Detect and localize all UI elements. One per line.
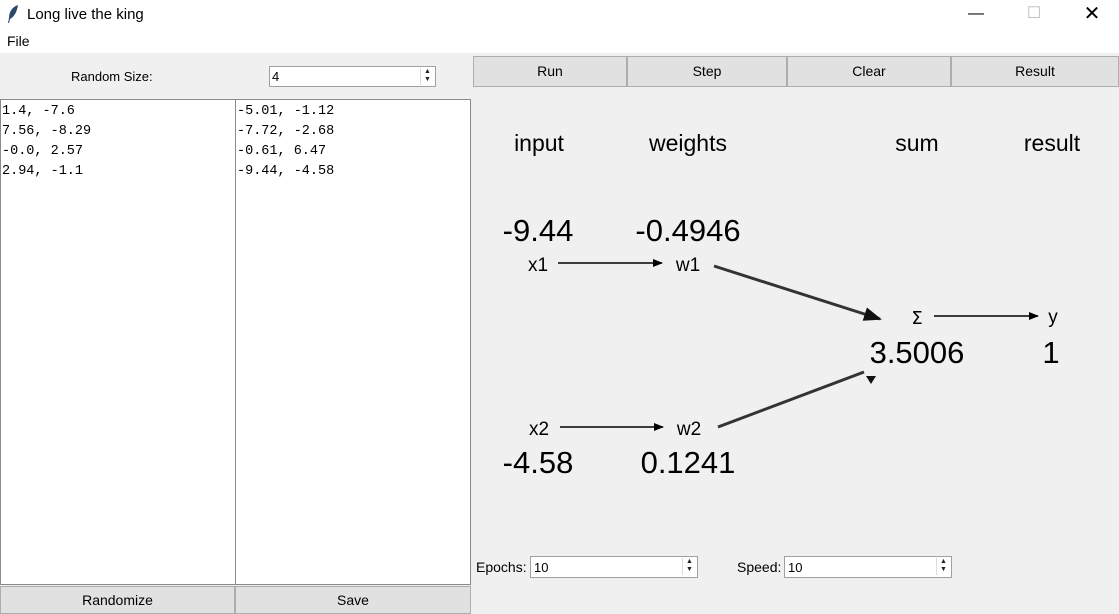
- w1-to-sum-arrow: [713, 264, 882, 321]
- save-button[interactable]: Save: [235, 586, 471, 614]
- run-button[interactable]: Run: [473, 56, 627, 87]
- input-data-list[interactable]: 1.4, -7.6 7.56, -8.29 -0.0, 2.57 2.94, -…: [0, 99, 236, 585]
- w1-value: -0.4946: [635, 213, 740, 248]
- spin-arrows-icon[interactable]: ▲ ▼: [936, 558, 950, 575]
- x1-value: -9.44: [503, 213, 574, 248]
- w2-value: 0.1241: [641, 445, 736, 480]
- menu-file[interactable]: File: [7, 33, 30, 49]
- list-item[interactable]: 2.94, -1.1: [2, 162, 234, 182]
- maximize-button[interactable]: ☐: [1011, 0, 1057, 30]
- list-item[interactable]: -0.0, 2.57: [2, 142, 234, 162]
- randomize-button[interactable]: Randomize: [0, 586, 235, 614]
- feather-icon: [8, 5, 18, 23]
- header-weights: weights: [648, 130, 727, 156]
- w2-label: w2: [676, 419, 701, 440]
- x2-label: x2: [529, 419, 549, 440]
- y-label: y: [1048, 307, 1058, 328]
- w1-label: w1: [675, 255, 700, 276]
- sum-value: 3.5006: [870, 335, 965, 370]
- list-item[interactable]: 7.56, -8.29: [2, 122, 234, 142]
- random-size-spinbox[interactable]: 4 ▲ ▼: [269, 66, 436, 87]
- header-input: input: [514, 130, 564, 156]
- header-sum: sum: [895, 130, 938, 156]
- random-size-value: 4: [272, 69, 280, 84]
- random-size-label: Random Size:: [71, 69, 153, 84]
- clear-button[interactable]: Clear: [787, 56, 951, 87]
- header-result: result: [1024, 130, 1081, 156]
- step-button[interactable]: Step: [627, 56, 787, 87]
- epochs-label: Epochs:: [476, 559, 527, 575]
- list-item[interactable]: -7.72, -2.68: [237, 122, 469, 142]
- output-data-list[interactable]: -5.01, -1.12 -7.72, -2.68 -0.61, 6.47 -9…: [236, 99, 471, 585]
- minimize-button[interactable]: —: [953, 0, 999, 30]
- epochs-value: 10: [534, 560, 549, 575]
- menu-bar: [0, 30, 1119, 52]
- result-button[interactable]: Result: [951, 56, 1119, 87]
- title-bar: [0, 0, 1119, 30]
- list-item[interactable]: 1.4, -7.6: [2, 102, 234, 122]
- list-item[interactable]: -0.61, 6.47: [237, 142, 469, 162]
- speed-label: Speed:: [737, 559, 782, 575]
- spin-arrows-icon[interactable]: ▲ ▼: [682, 558, 696, 575]
- sigma-label: Σ: [911, 308, 922, 329]
- w2-to-sum-arrow: [717, 370, 865, 429]
- result-value: 1: [1042, 335, 1059, 370]
- speed-spinbox[interactable]: 10 ▲ ▼: [784, 556, 952, 578]
- list-item[interactable]: -9.44, -4.58: [237, 162, 469, 182]
- w2-arrowhead-icon: [866, 376, 876, 384]
- epochs-spinbox[interactable]: 10 ▲ ▼: [530, 556, 698, 578]
- x1-label: x1: [528, 255, 548, 276]
- speed-value: 10: [788, 560, 803, 575]
- perceptron-diagram: input weights sum result -9.44 -0.4946 x…: [503, 130, 1081, 480]
- window-title: Long live the king: [27, 6, 144, 23]
- x2-value: -4.58: [503, 445, 574, 480]
- spin-arrows-icon[interactable]: ▲ ▼: [420, 68, 434, 85]
- list-item[interactable]: -5.01, -1.12: [237, 102, 469, 122]
- close-button[interactable]: ✕: [1069, 0, 1115, 30]
